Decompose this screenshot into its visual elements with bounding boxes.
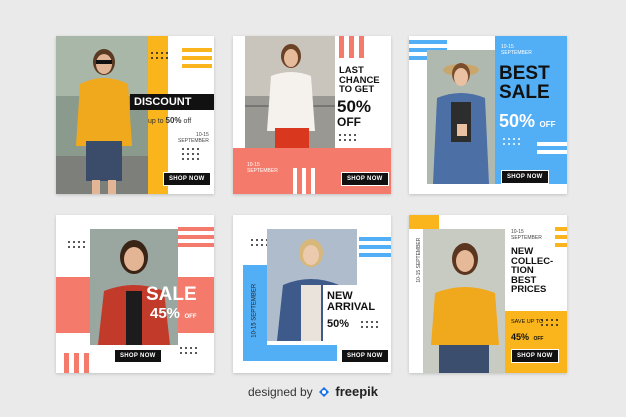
dots-decoration (182, 148, 199, 160)
credit-text: designed by (247, 385, 313, 399)
blue-panel-bottom (243, 345, 337, 361)
dots-decoration (361, 321, 378, 328)
brand-name[interactable]: freepik (335, 384, 378, 399)
shop-now-button[interactable]: SHOP NOW (511, 349, 559, 363)
promo-card-last-chance: LAST CHANCE TO GET 50% OFF 10-15 SEPTEMBER … (233, 36, 391, 194)
orange-lines-decoration (555, 227, 567, 247)
dots-decoration (541, 319, 558, 326)
dots-decoration (251, 239, 268, 246)
promo-card-best-sale: 10-15 SEPTEMBER BEST SALE 50% OFF SHOP NOW (409, 36, 567, 194)
coral-lines-decoration (178, 227, 214, 247)
vertical-date: 10-15 SEPTEMBER (415, 237, 422, 283)
coral-bars-decoration (339, 36, 364, 58)
model-photo (423, 229, 505, 373)
freepik-logo-icon (318, 386, 330, 398)
event-date: 10-15 SEPTEMBER (511, 229, 542, 242)
promo-card-new-arrival: 10-15 SEPTEMBER NEW ARRIVAL 50% SHOP NOW (233, 215, 391, 373)
blue-panel (495, 36, 567, 184)
offer-text: up to 50% off (148, 116, 192, 125)
promo-card-sale: SALE 45% OFF SHOP NOW (56, 215, 214, 373)
new-arrival-title: NEW ARRIVAL (327, 290, 376, 313)
percent-value: 50% (337, 97, 372, 116)
event-date: 10-15 SEPTEMBER (247, 162, 278, 175)
model-photo (245, 36, 335, 161)
percent-value: 50% (327, 318, 350, 330)
shop-now-button[interactable]: SHOP NOW (501, 170, 549, 184)
best-sale-title: BEST SALE (499, 63, 550, 103)
promo-card-discount: DISCOUNT up to 50% off 10-15 SEPTEMBER SH… (56, 36, 214, 194)
event-date: 10-15 SEPTEMBER (178, 132, 209, 145)
dots-decoration (180, 347, 197, 354)
credit-footer: designed by freepik (0, 384, 626, 399)
shop-now-button[interactable]: SHOP NOW (114, 349, 162, 363)
event-date: 10-15 SEPTEMBER (501, 44, 532, 57)
model-photo (427, 50, 495, 184)
dots-decoration (339, 134, 356, 141)
percent-off: 50% OFF (499, 111, 556, 131)
last-chance-title: LAST CHANCE TO GET (339, 65, 380, 95)
orange-lines-decoration (182, 48, 212, 68)
percent-off: 45% OFF (150, 305, 197, 322)
percent-off: 45% OFF (511, 332, 544, 342)
orange-stripe (148, 36, 168, 194)
dots-decoration (503, 138, 520, 145)
blue-lines-decoration (359, 237, 391, 257)
coral-bars-decoration (64, 353, 89, 373)
model-photo (56, 36, 148, 194)
promo-card-new-collection: 10-15 SEPTEMBER 10-15 SEPTEMBER NEW COLLEC… (409, 215, 567, 373)
dots-decoration (151, 52, 168, 59)
shop-now-button[interactable]: SHOP NOW (341, 349, 389, 363)
save-label: SAVE UP TO (511, 319, 544, 325)
white-lines-decoration (537, 142, 567, 154)
shop-now-button[interactable]: SHOP NOW (341, 172, 389, 186)
discount-banner: DISCOUNT (130, 94, 214, 110)
new-collection-title: NEW COLLEC- TION BEST PRICES (511, 246, 554, 295)
white-bars-decoration (293, 168, 315, 194)
orange-stripe (409, 215, 439, 229)
shop-now-button[interactable]: SHOP NOW (163, 172, 211, 186)
dots-decoration (68, 241, 85, 248)
off-label: OFF (337, 115, 361, 129)
sale-title: SALE (146, 284, 197, 305)
vertical-date: 10-15 SEPTEMBER (251, 283, 258, 338)
